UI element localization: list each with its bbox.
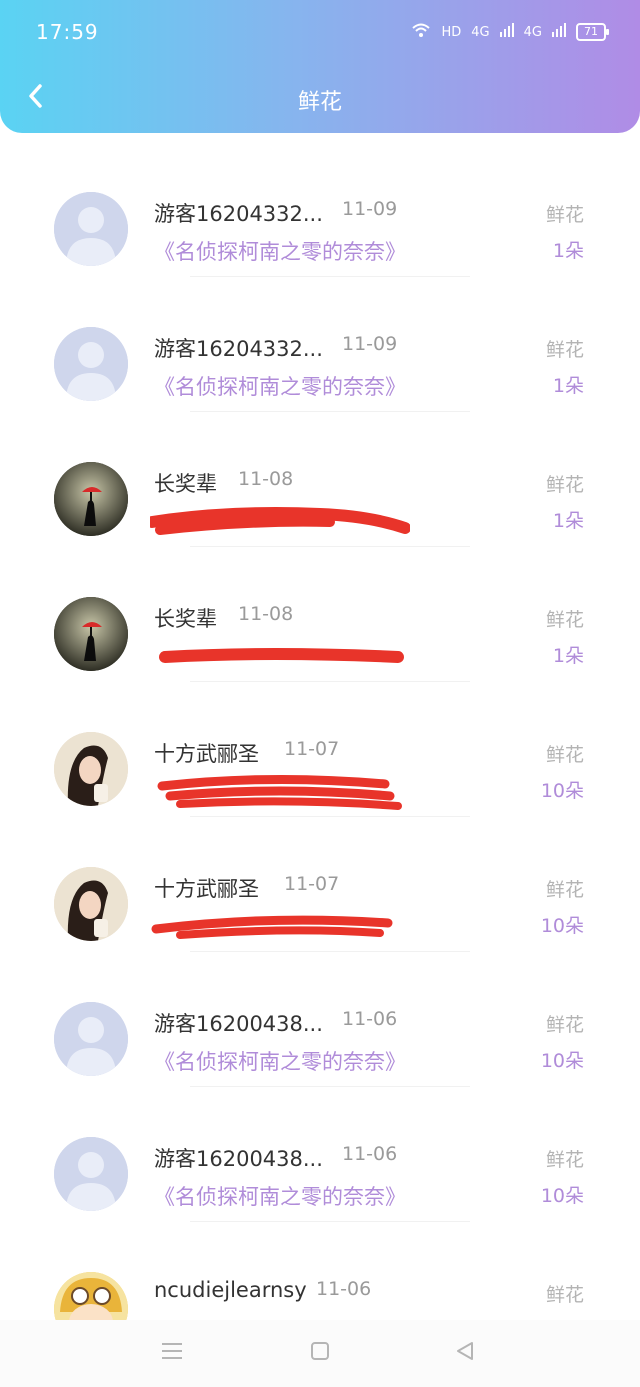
divider bbox=[190, 276, 470, 277]
user-name: 游客16200438... bbox=[154, 1147, 323, 1171]
list-item[interactable]: 游客16204332... 11-09 《名侦探柯南之零的奈奈》 鲜花 1朵 bbox=[0, 150, 640, 285]
divider bbox=[190, 1086, 470, 1087]
divider bbox=[190, 816, 470, 817]
page-title: 鲜花 bbox=[297, 90, 342, 115]
gift-date: 11-06 bbox=[342, 1143, 398, 1165]
signal-1-label: 4G bbox=[471, 24, 490, 40]
menu-icon[interactable] bbox=[160, 1340, 184, 1366]
battery-icon: 71 bbox=[576, 23, 609, 41]
divider bbox=[190, 411, 470, 412]
book-title: 《名侦探柯南之零的奈奈》 bbox=[154, 1185, 406, 1209]
gift-date: 11-09 bbox=[342, 333, 398, 355]
gift-type: 鲜花 bbox=[545, 339, 584, 361]
divider bbox=[190, 546, 470, 547]
list-item[interactable]: 游客16200438... 11-06 《名侦探柯南之零的奈奈》 鲜花 10朵 bbox=[0, 1095, 640, 1230]
gift-date: 11-07 bbox=[284, 738, 340, 760]
user-name: ncudiejlearnsy bbox=[154, 1278, 307, 1302]
signal-bars-1-icon bbox=[499, 23, 514, 41]
user-name: 游客16204332... bbox=[154, 337, 323, 361]
gift-type: 鲜花 bbox=[545, 474, 584, 496]
book-title: 《名侦探柯南之零的奈奈》 bbox=[154, 240, 406, 264]
gift-type: 鲜花 bbox=[545, 1284, 584, 1306]
avatar-photo bbox=[54, 867, 128, 941]
signal-bars-2-icon bbox=[552, 23, 566, 41]
gift-count: 1朵 bbox=[552, 510, 584, 532]
gift-type: 鲜花 bbox=[545, 1014, 584, 1036]
gift-date: 11-09 bbox=[342, 198, 398, 220]
back-triangle-icon[interactable] bbox=[454, 1340, 476, 1366]
status-time: 17:59 bbox=[36, 20, 99, 44]
user-name: 游客16200438... bbox=[154, 1012, 323, 1036]
gift-count: 10朵 bbox=[540, 1185, 584, 1207]
divider bbox=[190, 1221, 470, 1222]
gift-date: 11-08 bbox=[238, 468, 294, 490]
redaction-scribble bbox=[146, 500, 411, 544]
home-icon[interactable] bbox=[309, 1340, 331, 1366]
signal-2-label: 4G bbox=[523, 24, 542, 40]
gift-count: 1朵 bbox=[552, 375, 584, 397]
wifi-icon bbox=[411, 22, 431, 42]
avatar-default-icon bbox=[54, 1137, 128, 1211]
list-item[interactable]: 长奖辈 11-08 鲜花 1朵 bbox=[0, 555, 640, 690]
divider bbox=[190, 951, 470, 952]
gift-count: 10朵 bbox=[540, 780, 584, 802]
gift-type: 鲜花 bbox=[545, 879, 584, 901]
avatar-photo bbox=[54, 462, 128, 536]
list-item[interactable]: 游客16204332... 11-09 《名侦探柯南之零的奈奈》 鲜花 1朵 bbox=[0, 285, 640, 420]
status-icons: HD 4G 4G 71 bbox=[411, 22, 609, 42]
gift-date: 11-07 bbox=[284, 873, 340, 895]
user-name: 游客16204332... bbox=[154, 202, 323, 226]
gift-type: 鲜花 bbox=[545, 1149, 584, 1171]
avatar-photo bbox=[54, 732, 128, 806]
avatar-default-icon bbox=[54, 1002, 128, 1076]
book-title: 《名侦探柯南之零的奈奈》 bbox=[154, 375, 406, 399]
gift-type: 鲜花 bbox=[545, 204, 584, 226]
gift-date: 11-06 bbox=[342, 1008, 398, 1030]
list-item[interactable]: 十方武郦圣 11-07 鲜花 10朵 bbox=[0, 690, 640, 825]
avatar-default-icon bbox=[54, 192, 128, 266]
user-name: 十方武郦圣 bbox=[154, 742, 259, 766]
gift-count: 10朵 bbox=[540, 1050, 584, 1072]
system-nav-bar bbox=[0, 1320, 640, 1387]
header-bar: 17:59 HD 4G 4G 71 鲜花 bbox=[0, 0, 640, 133]
gift-date: 11-08 bbox=[238, 603, 294, 625]
gift-count: 1朵 bbox=[552, 240, 584, 262]
list-item[interactable]: 十方武郦圣 11-07 鲜花 10朵 bbox=[0, 825, 640, 960]
list-item[interactable]: 长奖辈 11-08 鲜花 1朵 bbox=[0, 420, 640, 555]
user-name: 长奖辈 bbox=[154, 607, 217, 631]
divider bbox=[190, 681, 470, 682]
avatar-photo bbox=[54, 597, 128, 671]
user-name: 长奖辈 bbox=[154, 472, 217, 496]
avatar-default-icon bbox=[54, 327, 128, 401]
list-item[interactable]: 游客16200438... 11-06 《名侦探柯南之零的奈奈》 鲜花 10朵 bbox=[0, 960, 640, 1095]
gift-count: 10朵 bbox=[540, 915, 584, 937]
gift-type: 鲜花 bbox=[545, 609, 584, 631]
book-title: 《名侦探柯南之零的奈奈》 bbox=[154, 1050, 406, 1074]
gift-type: 鲜花 bbox=[545, 744, 584, 766]
gift-date: 11-06 bbox=[316, 1278, 372, 1300]
network-label: HD bbox=[441, 24, 462, 40]
user-name: 十方武郦圣 bbox=[154, 877, 259, 901]
gift-count: 1朵 bbox=[552, 645, 584, 667]
redaction-scribble bbox=[150, 635, 410, 679]
